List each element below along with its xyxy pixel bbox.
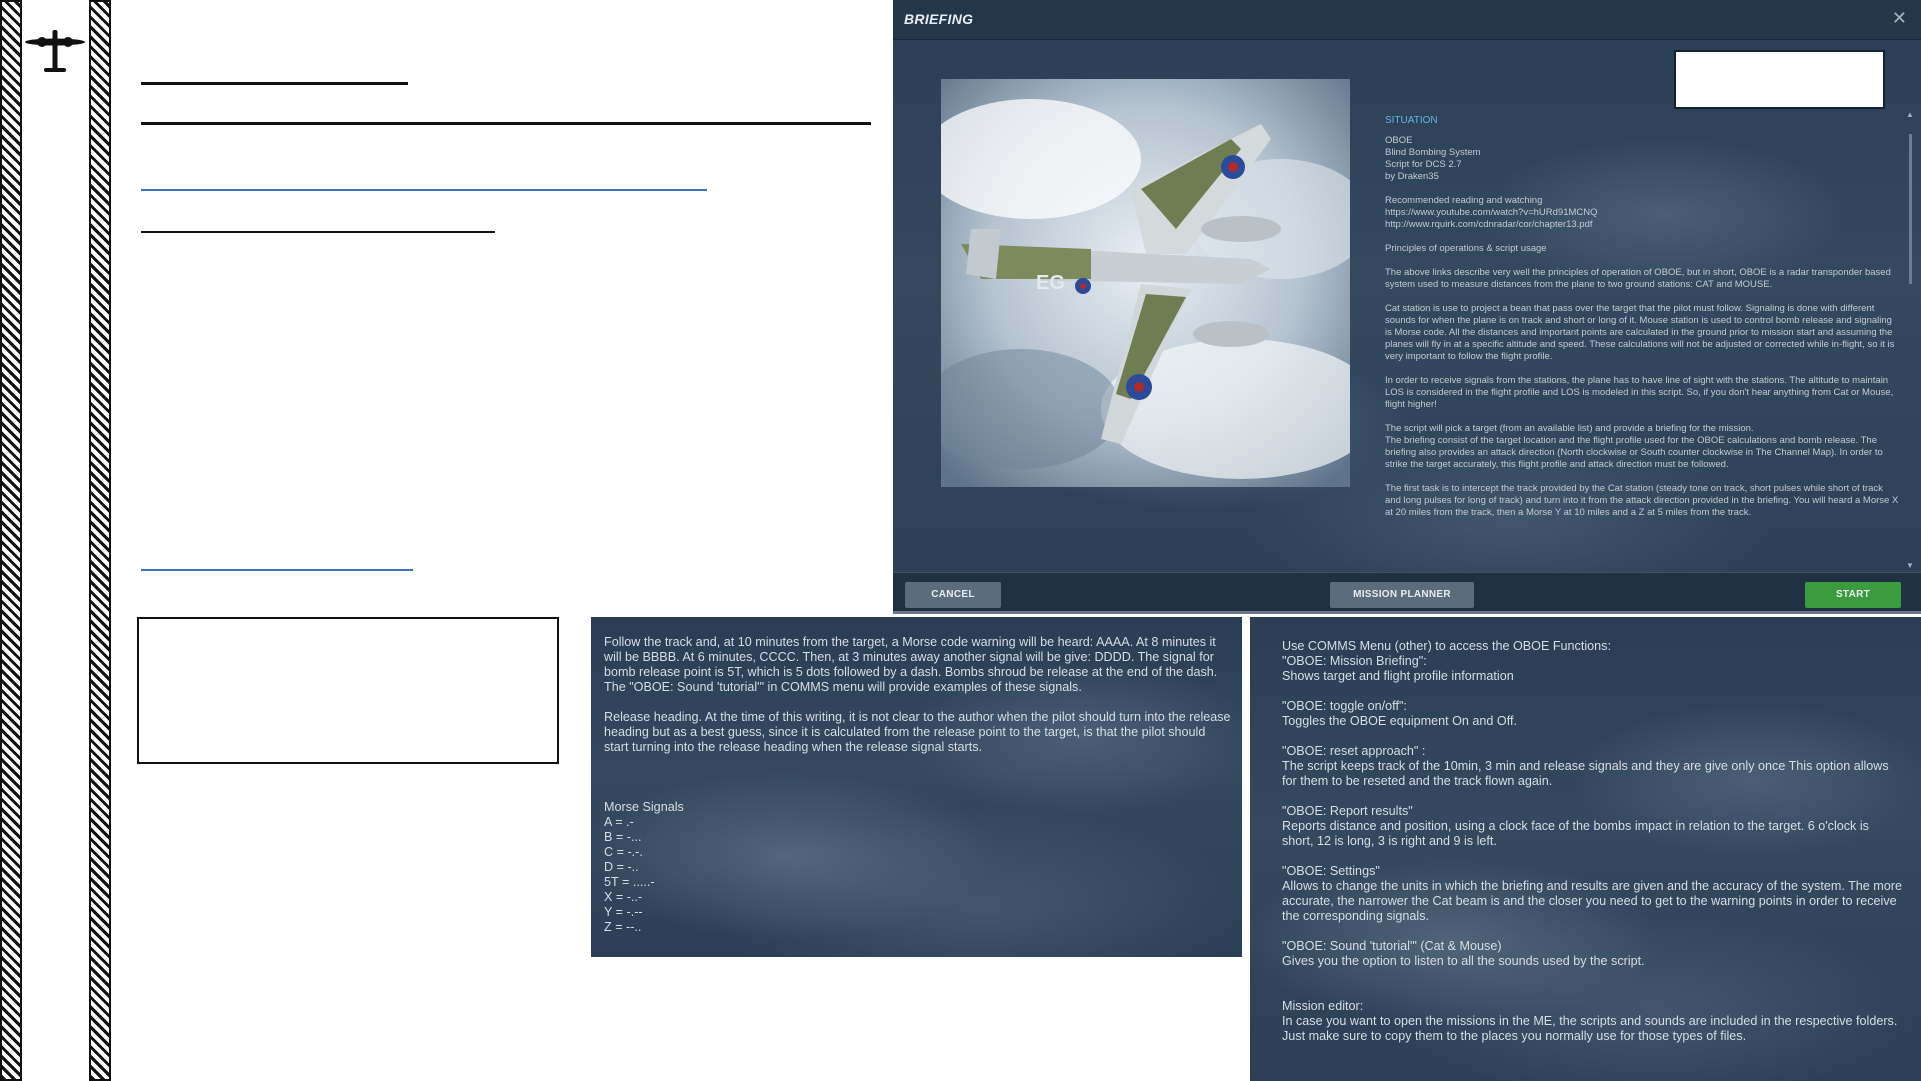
empty-placeholder-box [137,617,559,764]
scroll-up-icon[interactable]: ▲ [1906,110,1914,119]
comms-item-name: "OBOE: Report results" [1282,804,1413,818]
comms-item-name: "OBOE: Sound 'tutorial'" (Cat & Mouse) [1282,939,1502,953]
comms-item-desc: Gives you the option to listen to all th… [1282,954,1645,968]
comms-item-name: "OBOE: Mission Briefing": [1282,654,1427,668]
situation-heading: SITUATION [1385,115,1438,126]
briefing-body: EG SITUATION OBOE Blind Bombing System S… [893,40,1921,572]
morse-code-d: D = -.. [604,860,639,874]
morse-title: Morse Signals [604,800,684,814]
comms-item-desc: Shows target and flight profile informat… [1282,669,1514,683]
morse-code-a: A = .- [604,815,634,829]
situation-paragraph: Cat station is use to project a bean tha… [1385,303,1895,362]
comms-item-name: "OBOE: reset approach" : [1282,744,1426,758]
comms-item-desc: Toggles the OBOE equipment On and Off. [1282,714,1517,728]
situation-paragraph: The above links describe very well the p… [1385,267,1891,290]
briefing-titlebar: BRIEFING ✕ [893,0,1921,40]
scroll-thumb[interactable] [1909,134,1912,284]
instructions-panel: Follow the track and, at 10 minutes from… [591,617,1242,957]
briefing-title: BRIEFING [904,11,974,27]
scroll-down-icon[interactable]: ▼ [1906,561,1914,570]
left-hatched-rail [0,0,22,1081]
situation-scrollbar[interactable]: ▲ ▼ [1906,110,1914,570]
comms-item-desc: Reports distance and position, using a c… [1282,819,1869,848]
morse-code-b: B = -... [604,830,642,844]
briefing-footer: CANCEL MISSION PLANNER START [893,572,1921,611]
mission-editor-title: Mission editor: [1282,999,1364,1013]
situation-paragraph: The script will pick a target (from an a… [1385,423,1883,470]
morse-code-c: C = -.-. [604,845,643,859]
instructions-paragraph: Follow the track and, at 10 minutes from… [604,635,1218,694]
mission-planner-button[interactable]: MISSION PLANNER [1330,582,1474,608]
morse-code-z: Z = --.. [604,920,642,934]
situation-paragraph: Recommended reading and watching https:/… [1385,195,1598,230]
comms-item-desc: Allows to change the units in which the … [1282,879,1902,923]
situation-paragraph: Principles of operations & script usage [1385,243,1547,254]
morse-code-x: X = -..- [604,890,643,904]
mission-editor-desc: In case you want to open the missions in… [1282,1014,1898,1043]
situation-paragraph: The first task is to intercept the track… [1385,483,1899,518]
comms-item-desc: The script keeps track of the 10min, 3 m… [1282,759,1889,788]
situation-paragraph: OBOE Blind Bombing System Script for DCS… [1385,135,1481,182]
slide-line [141,231,495,233]
comms-item-name: "OBOE: Settings" [1282,864,1380,878]
morse-code-5t: 5T = .....- [604,875,655,889]
comms-intro: Use COMMS Menu (other) to access the OBO… [1282,639,1611,653]
close-icon[interactable]: ✕ [1892,8,1907,29]
situation-panel: SITUATION OBOE Blind Bombing System Scri… [1385,115,1899,572]
cancel-button[interactable]: CANCEL [905,582,1001,608]
slide-line [141,82,408,85]
situation-paragraph: In order to receive signals from the sta… [1385,375,1894,410]
instructions-paragraph: Release heading. At the time of this wri… [604,710,1231,754]
mosquito-aircraft-photo: EG [941,79,1350,487]
svg-text:EG: EG [1036,272,1065,294]
morse-code-y: Y = -.-- [604,905,643,919]
comms-functions-panel: Use COMMS Menu (other) to access the OBO… [1250,617,1921,1081]
link-underline[interactable] [141,569,413,571]
start-button[interactable]: START [1805,582,1901,608]
white-placeholder-box [1674,50,1885,109]
link-underline[interactable] [141,189,707,191]
plane-silhouette-icon [25,30,85,72]
comms-item-name: "OBOE: toggle on/off": [1282,699,1407,713]
briefing-window: BRIEFING ✕ EG SITUATION OBOE Blind Bombi… [893,0,1921,614]
slide-line [141,122,871,125]
right-hatched-rail [89,0,111,1081]
